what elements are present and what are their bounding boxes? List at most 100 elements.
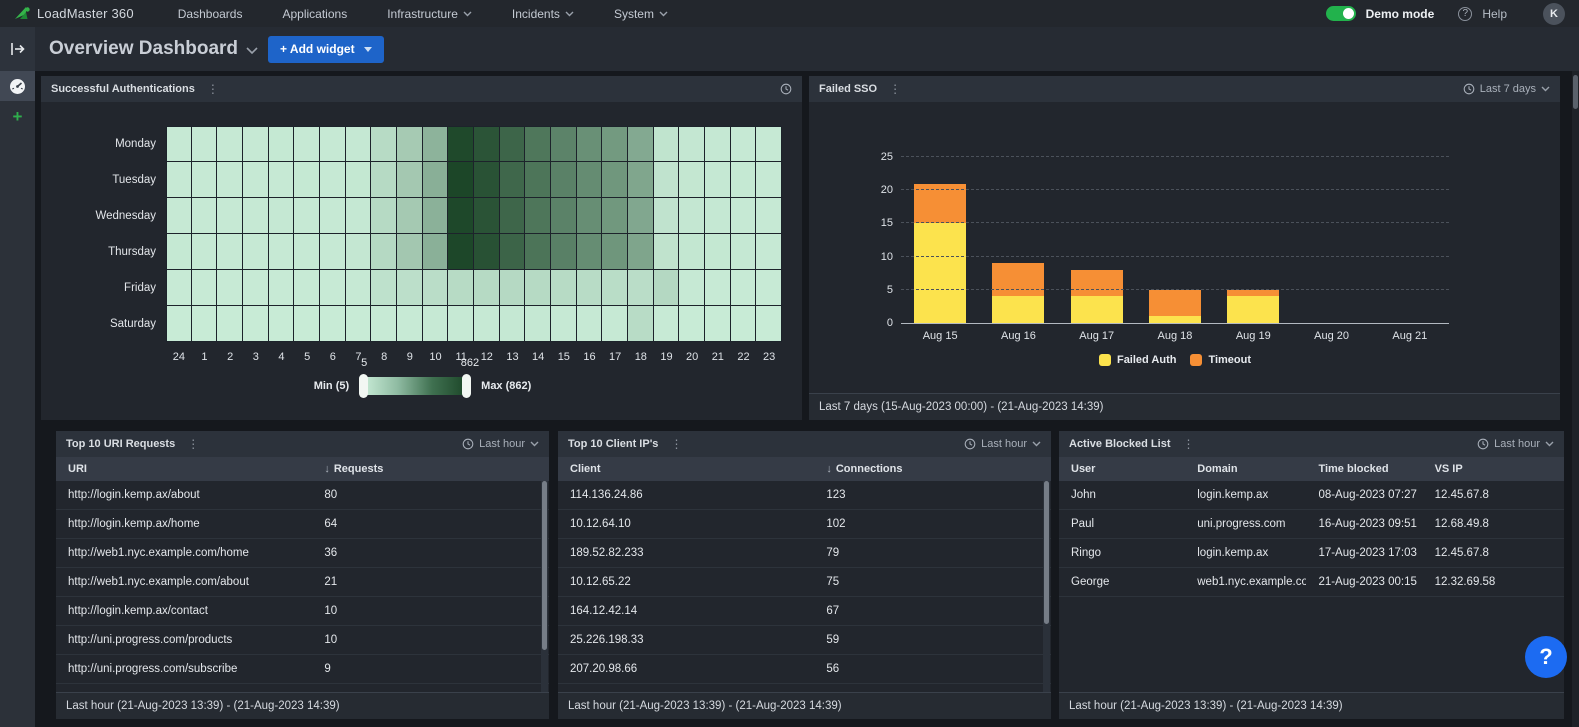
table-row[interactable]: Georgeweb1.nyc.example.com21-Aug-2023 00… [1059,568,1564,597]
table-row[interactable]: http://uni.progress.com/products10 [56,626,549,655]
table-row[interactable]: http://web1.nyc.example.com/home36 [56,539,549,568]
scrollbar-thumb[interactable] [1044,481,1049,624]
table-row[interactable]: Pauluni.progress.com16-Aug-2023 09:5112.… [1059,510,1564,539]
table-cell: 9 [312,663,549,675]
table-row[interactable]: http://login.kemp.ax/home64 [56,510,549,539]
column-header[interactable]: VS IP [1423,463,1564,475]
rail-item-dashboards[interactable] [0,71,35,101]
heatmap-cell [500,234,526,270]
table-scrollbar[interactable] [541,481,548,692]
table-scrollbar[interactable] [1043,481,1050,692]
table-row[interactable]: 10.12.65.2275 [558,568,1051,597]
column-header[interactable]: Time blocked [1306,463,1422,475]
time-range-dropdown[interactable]: Last hour [964,438,1041,450]
heatmap-hour-label: 22 [731,348,757,363]
time-range-dropdown[interactable]: Last hour [1477,438,1554,450]
chevron-down-icon [364,47,372,52]
column-header[interactable]: User [1059,463,1185,475]
menu-item-incidents[interactable]: Incidents [512,7,574,21]
table-row[interactable]: http://login.kemp.ax/about80 [56,481,549,510]
floating-help-button[interactable]: ? [1525,636,1567,678]
kebab-menu-icon[interactable]: ⋮ [1182,437,1194,451]
column-header[interactable]: ↓Requests [312,463,549,475]
column-header[interactable]: URI [56,463,312,475]
menu-item-applications[interactable]: Applications [282,7,347,21]
kebab-menu-icon[interactable]: ⋮ [207,82,219,96]
sidebar-expand-button[interactable] [0,27,35,71]
time-range-dropdown[interactable]: Last hour [462,438,539,450]
heatmap-cell [731,306,757,342]
heatmap-range-slider[interactable]: 5 862 [359,374,471,398]
heatmap-cell [602,306,628,342]
help-link[interactable]: Help [1482,7,1507,21]
slider-handle-max[interactable] [462,374,471,398]
heatmap-cell [500,270,526,306]
heatmap-cell [346,270,372,306]
table-cell: 12.68.49.8 [1423,518,1564,530]
table-row[interactable]: 114.136.24.86123 [558,481,1051,510]
brand-logo[interactable]: LoadMaster 360 [14,6,134,22]
time-range-button[interactable] [780,83,792,95]
bar-segment-failed-auth [992,296,1044,323]
column-header[interactable]: ↓Connections [814,463,1051,475]
table-row[interactable]: 164.12.42.1467 [558,597,1051,626]
table-row[interactable]: 207.20.98.6656 [558,655,1051,684]
heatmap-hour-label: 20 [679,348,705,363]
heatmap-cell [269,234,295,270]
title-chevron-icon[interactable] [246,47,258,55]
user-avatar[interactable]: K [1543,3,1565,25]
kebab-menu-icon[interactable]: ⋮ [187,437,199,451]
column-header[interactable]: Client [558,463,814,475]
navbar-right-controls: Demo mode ? Help K [1326,3,1565,25]
slider-handle-min[interactable] [359,374,368,398]
column-header-label: URI [68,463,87,475]
heatmap-cell [243,198,269,234]
scrollbar-thumb[interactable] [542,481,547,650]
heatmap-cell [448,162,474,198]
heatmap-cell [705,162,731,198]
heatmap-cell [474,198,500,234]
time-range-label: Last hour [479,438,525,450]
table-row[interactable]: 189.52.82.23379 [558,539,1051,568]
bar-segment-timeout [1071,270,1123,297]
heatmap-cell [705,126,731,162]
bar-stack [992,263,1044,323]
rail-add-dashboard-button[interactable]: + [0,101,35,131]
time-range-label: Last hour [1494,438,1540,450]
heatmap-cell [294,270,320,306]
table-row[interactable]: http://web1.nyc.example.com/about21 [56,568,549,597]
add-widget-button[interactable]: + Add widget [268,36,384,63]
table-row[interactable]: http://web1.nyc.example.com/contact8 [56,684,549,692]
heatmap-hour-axis: 241234567891011121314151617181920212223 [56,348,782,363]
heatmap-cell [320,270,346,306]
menu-item-infrastructure[interactable]: Infrastructure [387,7,472,21]
heatmap-min-label: Min (5) [314,380,349,392]
demo-mode-toggle[interactable] [1326,6,1356,21]
kebab-menu-icon[interactable]: ⋮ [889,82,901,96]
table-row[interactable]: Johnlogin.kemp.ax08-Aug-2023 07:2712.45.… [1059,481,1564,510]
table-row[interactable]: http://uni.progress.com/subscribe9 [56,655,549,684]
table-cell: http://uni.progress.com/subscribe [56,663,312,675]
heatmap-cell [654,270,680,306]
heatmap-cell [423,162,449,198]
menu-item-system[interactable]: System [614,7,668,21]
heatmap-hour-label: 4 [269,348,295,363]
heatmap-cell [525,162,551,198]
time-range-dropdown[interactable]: Last 7 days [1463,83,1550,95]
page-scrollbar[interactable] [1572,71,1579,727]
kebab-menu-icon[interactable]: ⋮ [670,437,682,451]
table-row[interactable]: 212.210.107.3524 [558,684,1051,692]
column-header[interactable]: Domain [1185,463,1306,475]
x-tick-label: Aug 16 [979,330,1057,342]
heatmap-cell [269,162,295,198]
widget-title: Failed SSO [819,83,877,95]
scrollbar-thumb[interactable] [1573,75,1578,109]
heatmap-cell [166,234,192,270]
table-row[interactable]: http://login.kemp.ax/contact10 [56,597,549,626]
table-row[interactable]: 25.226.198.3359 [558,626,1051,655]
menu-item-dashboards[interactable]: Dashboards [178,7,243,21]
table-row[interactable]: 10.12.64.10102 [558,510,1051,539]
bar-segment-failed-auth [1071,296,1123,323]
table-row[interactable]: Ringologin.kemp.ax17-Aug-2023 17:0312.45… [1059,539,1564,568]
table-cell: 08-Aug-2023 07:27 [1306,489,1422,501]
